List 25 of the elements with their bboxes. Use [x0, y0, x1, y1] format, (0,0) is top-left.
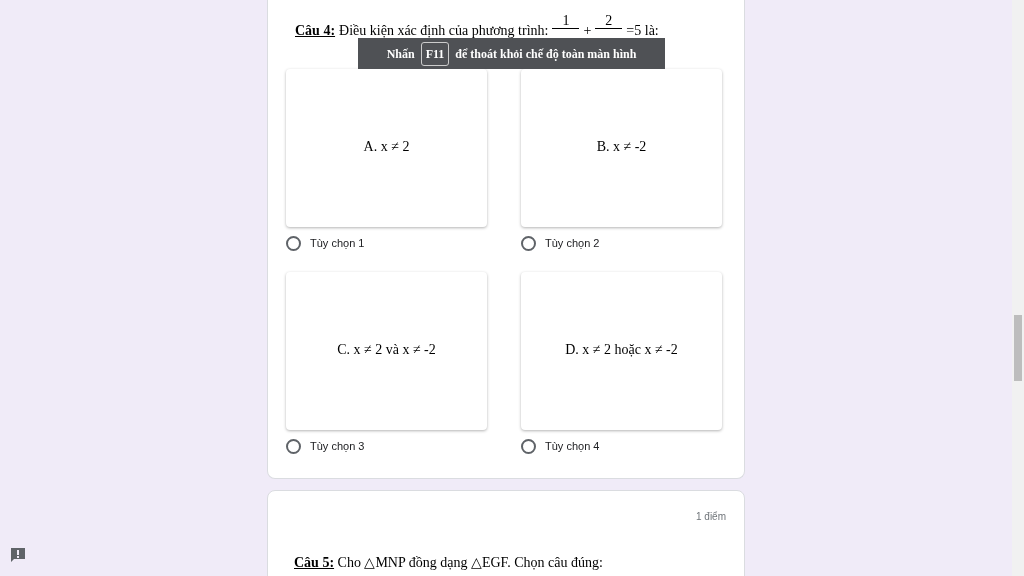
question-text: Điều kiện xác định của phương trình:: [339, 22, 549, 40]
points-label: 1 điểm: [695, 510, 726, 524]
option-image: C. x ≠ 2 và x ≠ -2: [286, 272, 487, 430]
fraction-numerator: 1: [552, 14, 580, 29]
option-image: D. x ≠ 2 hoặc x ≠ -2: [521, 272, 722, 430]
scrollbar-thumb[interactable]: [1014, 315, 1022, 381]
key-label: F11: [420, 41, 450, 66]
option-image: A. x ≠ 2: [286, 69, 487, 227]
radio-button[interactable]: [286, 235, 301, 251]
option-label[interactable]: Tùy chọn 2: [545, 234, 600, 252]
feedback-icon[interactable]: [10, 547, 26, 563]
radio-button[interactable]: [286, 438, 301, 454]
radio-button[interactable]: [521, 235, 536, 251]
fraction-numerator: 2: [595, 14, 623, 29]
question-number: Câu 4:: [295, 22, 336, 40]
question-text: Câu 5: Cho △MNP đồng dạng △EGF. Chọn câu đúng:: [294, 554, 604, 572]
radio-button[interactable]: [521, 438, 536, 454]
question-text: =5 là:: [626, 22, 659, 40]
math-operator: +: [583, 22, 592, 40]
option-image: B. x ≠ -2: [521, 69, 722, 227]
notice-text: Nhấn: [386, 45, 415, 63]
option-label[interactable]: Tùy chọn 4: [545, 437, 600, 455]
option-label[interactable]: Tùy chọn 1: [310, 234, 365, 252]
notice-text: để thoát khỏi chế độ toàn màn hình: [455, 45, 637, 63]
option-label[interactable]: Tùy chọn 3: [310, 437, 365, 455]
